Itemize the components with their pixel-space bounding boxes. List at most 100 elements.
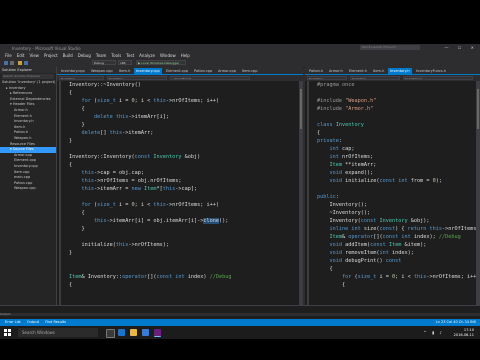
code-line: void expand(); [329, 170, 374, 176]
left-nav-bar: Inventory Inventory ~Inventory() [57, 74, 303, 81]
code-line: this->nrOfItems = obj.nrOfItems; [81, 178, 182, 184]
code-line: #include "Weapon.h" [317, 98, 377, 104]
error-list-tab[interactable]: Error List [5, 319, 21, 326]
menu-project[interactable]: Project [44, 52, 58, 59]
code-line: int cap; [329, 146, 355, 152]
file-explorer-icon[interactable] [130, 329, 137, 336]
menu-tools[interactable]: Tools [111, 52, 121, 59]
config-combo[interactable]: Debug [92, 60, 116, 65]
menu-file[interactable]: File [5, 52, 12, 59]
system-tray-icons[interactable]: ^ ▮ ♪ [423, 330, 444, 335]
solution-search-input[interactable]: Search Solution Explorer [2, 74, 54, 79]
code-line: for (size_t i = 0; i < this->nrOfItems; … [81, 202, 219, 208]
code-line: this->itemArr[i] = obj.itemArr[i]->clone… [94, 218, 229, 224]
code-line: } [69, 250, 73, 256]
cursor-position: Ln 23 Col 40 Ch 34 INS [435, 320, 476, 324]
visual-studio-icon[interactable] [154, 329, 161, 337]
platform-combo[interactable]: x86 [118, 60, 132, 65]
code-line: for (size_t i = 0; i < this->nrOfItems; … [81, 98, 219, 104]
store-icon[interactable] [142, 329, 149, 336]
left-code-area[interactable]: Inventory::~Inventory(){ for (size_t i =… [57, 81, 299, 305]
left-nav-scope[interactable]: Inventory [107, 76, 167, 80]
find-results-tab[interactable]: Find Results [45, 319, 66, 326]
menu-debug[interactable]: Debug [78, 52, 91, 59]
menu-window[interactable]: Window [160, 52, 176, 59]
left-scrollbar[interactable] [299, 81, 303, 305]
right-nav-member[interactable]: Inventory() [403, 76, 473, 80]
code-line: void addItem(const Item &item); [329, 242, 427, 248]
code-line: initialize(this->nrOfItems); [69, 242, 169, 248]
code-line: { [317, 130, 321, 136]
code-line: { [69, 282, 73, 288]
output-header: Output [0, 312, 480, 316]
status-bar: Error List Output Find Results Ln 23 Col… [0, 319, 480, 326]
code-line: #pragma once [317, 82, 355, 88]
forward-icon[interactable] [10, 61, 14, 65]
start-debugging-button[interactable]: ▶ Local Windows Debugger [136, 60, 186, 65]
code-line: private: [317, 138, 342, 144]
edge-icon[interactable] [118, 329, 125, 336]
left-nav-project[interactable]: Inventory [59, 76, 104, 80]
code-line: Item& operator[](const int index); //Deb… [329, 234, 461, 240]
menu-analyze[interactable]: Analyze [139, 52, 155, 59]
windows-start-icon[interactable] [4, 329, 11, 336]
menu-build[interactable]: Build [63, 52, 73, 59]
code-line: } [69, 226, 85, 232]
solution-tree-item[interactable]: Solution 'Inventory' (1 project) [0, 80, 56, 86]
code-line: for (size_t i = 0; i < this->nrOfItems; … [342, 274, 480, 280]
right-tab-strip: Potion.h Armor.h Element.h Item.h Inventory.… [305, 67, 480, 74]
code-line: void initialize(const int from = 0); [329, 178, 442, 184]
taskbar-clock[interactable]: 17:10 2016-06-11 [454, 328, 474, 337]
right-nav-bar: Inventory Inventory Inventory() [305, 74, 480, 81]
code-line: Inventory(); [317, 202, 367, 208]
solution-tree: Solution 'Inventory' (1 project) ▸ Invent… [0, 80, 56, 192]
left-nav-member[interactable]: ~Inventory() [170, 76, 250, 80]
code-line: Item& Inventory::operator[](const int in… [69, 274, 232, 280]
window-controls[interactable]: — ☐ ✕ [445, 45, 478, 50]
code-line: { [69, 162, 73, 168]
quick-launch-input[interactable]: Quick Launch (Ctrl+Q) [360, 45, 420, 50]
title-bar: Inventory - Microsoft Visual Studio Quic… [0, 44, 480, 52]
output-tab[interactable]: Output [27, 319, 39, 326]
task-view-icon[interactable] [106, 329, 115, 338]
menu-view[interactable]: View [29, 52, 39, 59]
back-icon[interactable] [4, 61, 8, 65]
code-line: Item **itemArr; [329, 162, 377, 168]
code-line: Inventory::~Inventory() [69, 82, 141, 88]
windows-taskbar: Search Windows ^ ▮ ♪ 17:10 2016-06-11 [0, 326, 480, 339]
visual-studio-window: Inventory - Microsoft Visual Studio Quic… [0, 44, 480, 326]
solution-explorer: Solution Explorer Search Solution Explor… [0, 67, 57, 305]
menu-edit[interactable]: Edit [17, 52, 25, 59]
solution-tree-item[interactable]: Weapon.cpp [0, 186, 56, 192]
clock-date: 2016-06-11 [453, 332, 474, 337]
left-tab-strip: Inventory.cpp Weapon.cpp Item.h Inventory.c… [57, 67, 303, 74]
right-nav-scope[interactable]: Inventory [350, 76, 400, 80]
menu-team[interactable]: Team [96, 52, 107, 59]
left-editor: Inventory.cpp Weapon.cpp Item.h Inventory.c… [57, 67, 303, 305]
code-line: delete[] this->itemArr; [81, 130, 154, 136]
code-line: inline int size(const) { return this->nr… [329, 226, 480, 232]
left-scroll-thumb[interactable] [300, 89, 302, 129]
code-line: public: [317, 194, 339, 200]
taskbar-search-input[interactable]: Search Windows [18, 328, 98, 337]
code-line: { [69, 90, 73, 96]
code-line: Inventory::Inventory(const Inventory &ob… [69, 154, 201, 160]
right-scroll-thumb[interactable] [477, 89, 479, 129]
menu-test[interactable]: Test [126, 52, 134, 59]
save-icon[interactable] [24, 61, 28, 65]
right-scrollbar[interactable] [476, 81, 480, 305]
menu-help[interactable]: Help [181, 52, 190, 59]
right-nav-project[interactable]: Inventory [307, 76, 347, 80]
open-folder-icon[interactable] [18, 61, 22, 65]
right-code-area[interactable]: #pragma once #include "Weapon.h" #include… [305, 81, 480, 305]
code-line: { [69, 106, 85, 112]
code-line: class Inventory [317, 122, 364, 128]
menu-bar: File Edit View Project Build Debug Team Tools Te… [0, 52, 480, 59]
code-line: } [69, 122, 85, 128]
code-line: this->itemArr = new Item*[this->cap]; [81, 186, 198, 192]
solution-explorer-header: Solution Explorer [0, 67, 56, 73]
